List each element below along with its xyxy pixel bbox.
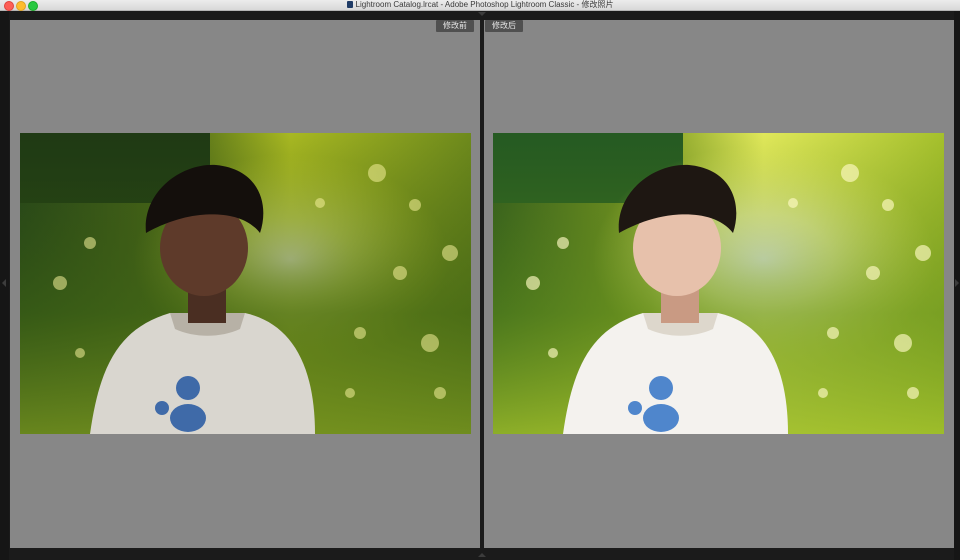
expand-right-panel-icon[interactable] xyxy=(955,279,959,287)
after-photo-image xyxy=(493,133,944,434)
window-title-text: Lightroom Catalog.lrcat - Adobe Photosho… xyxy=(355,0,614,9)
before-photo-image xyxy=(20,133,471,434)
window-title-bar: Lightroom Catalog.lrcat - Adobe Photosho… xyxy=(0,0,960,11)
after-photo[interactable] xyxy=(493,133,944,434)
expand-filmstrip-icon[interactable] xyxy=(478,553,486,557)
expand-left-panel-icon[interactable] xyxy=(2,279,6,287)
window-title: Lightroom Catalog.lrcat - Adobe Photosho… xyxy=(0,0,960,10)
before-label: 修改前 xyxy=(436,20,474,32)
expand-top-panel-icon[interactable] xyxy=(478,12,486,16)
catalog-document-icon xyxy=(346,1,353,8)
before-photo[interactable] xyxy=(20,133,471,434)
after-label: 修改后 xyxy=(485,20,523,32)
